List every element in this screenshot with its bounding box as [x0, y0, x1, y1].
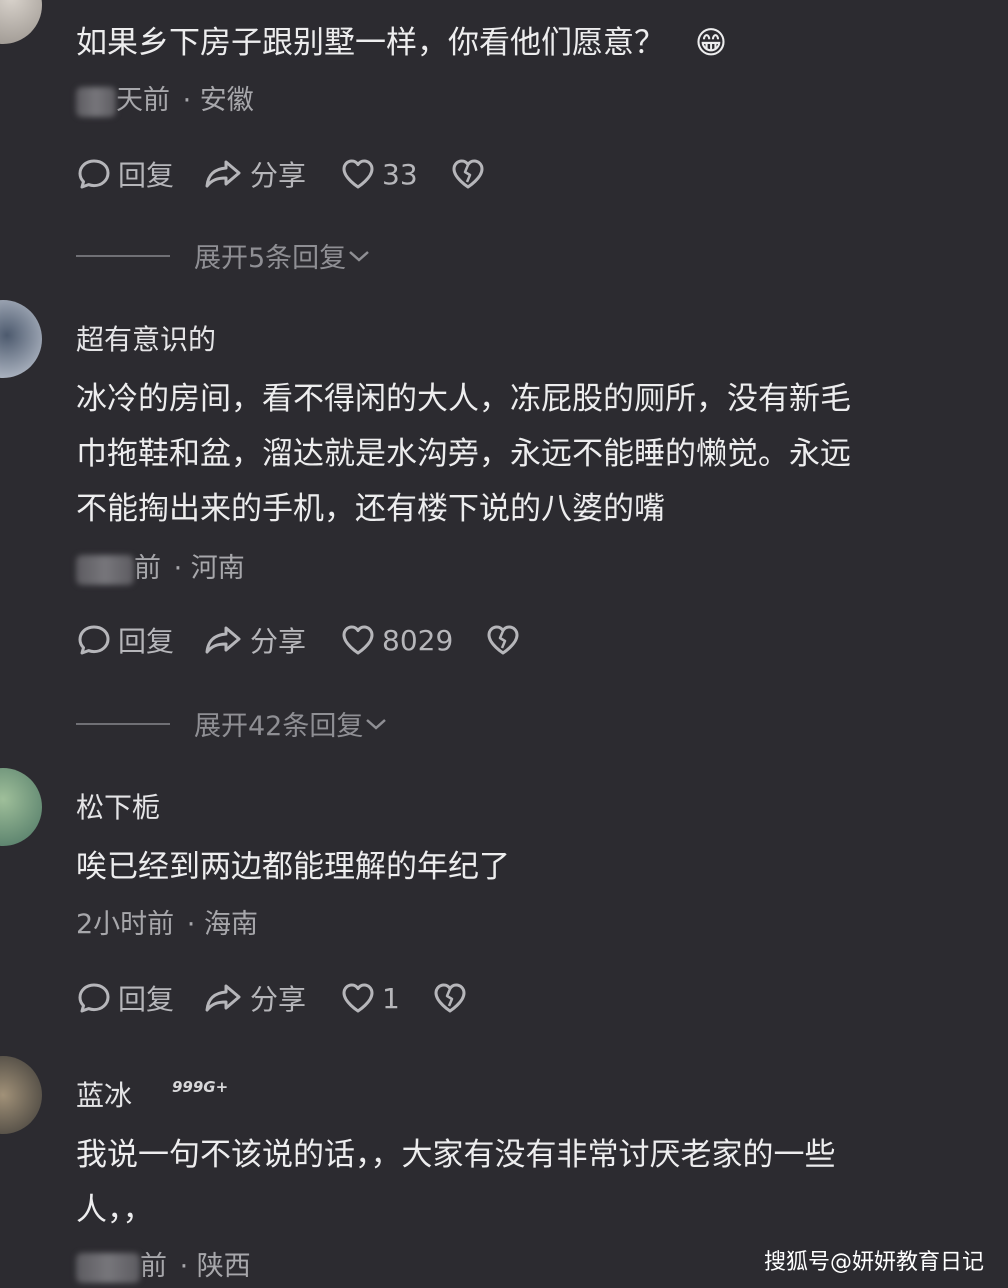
broken-heart-icon [452, 159, 484, 189]
expand-replies-button[interactable]: 展开5条回复 [76, 236, 372, 275]
reply-button[interactable]: 回复 [76, 154, 174, 194]
like-button[interactable]: 33 [340, 157, 418, 191]
divider-line [76, 254, 170, 257]
avatar[interactable] [0, 0, 42, 44]
speech-bubble-icon [78, 983, 110, 1013]
watermark: 搜狐号@妍妍教育日记 [763, 1250, 984, 1275]
like-button[interactable]: 1 [340, 981, 400, 1015]
heart-icon [342, 625, 374, 655]
reply-button[interactable]: 回复 [76, 978, 174, 1018]
redacted-time [76, 86, 116, 117]
comment-meta: 前 · 陕西 [76, 1244, 251, 1283]
share-button[interactable]: 分享 [204, 620, 306, 660]
chevron-down-icon [349, 250, 370, 262]
expand-replies-button[interactable]: 展开42条回复 [76, 704, 389, 743]
speech-bubble-icon [78, 159, 110, 189]
broken-heart-icon [487, 625, 519, 655]
broken-heart-icon [434, 983, 466, 1013]
divider-line [76, 722, 170, 725]
grin-emoji-icon: 😁 [694, 25, 728, 61]
comment-meta: 前 · 河南 [76, 546, 245, 585]
chevron-down-icon [366, 718, 387, 730]
share-button[interactable]: 分享 [204, 154, 306, 194]
dislike-button[interactable] [450, 157, 486, 191]
username[interactable]: 超有意识的 [76, 318, 216, 358]
level-badge: 999G+ [172, 1078, 229, 1096]
comment-meta: 2小时前 · 海南 [76, 909, 258, 940]
dislike-button[interactable] [485, 623, 521, 657]
share-button[interactable]: 分享 [204, 978, 306, 1018]
avatar[interactable] [0, 768, 42, 846]
username[interactable]: 松下栀 [76, 786, 160, 826]
share-arrow-icon [205, 984, 241, 1012]
share-arrow-icon [205, 160, 241, 188]
reply-button[interactable]: 回复 [76, 620, 174, 660]
comment-text: 唉已经到两边都能理解的年纪了 [76, 849, 510, 885]
username[interactable]: 蓝冰 [76, 1074, 132, 1114]
like-count: 8029 [382, 623, 454, 657]
comment-text: 我说一句不该说的话，，大家有没有非常讨厌老家的一些 人，， [76, 1137, 836, 1228]
comment-actions: 回复 分享 8029 [76, 620, 521, 660]
redacted-time [76, 554, 134, 585]
heart-icon [342, 159, 374, 189]
comment-actions: 回复 分享 33 [76, 154, 486, 194]
comment-text: 如果乡下房子跟别墅一样，你看他们愿意？ 😁 [76, 25, 728, 61]
avatar[interactable] [0, 1056, 42, 1134]
comment-meta: 天前 · 安徽 [76, 78, 254, 117]
share-arrow-icon [205, 626, 241, 654]
heart-icon [342, 983, 374, 1013]
dislike-button[interactable] [432, 981, 468, 1015]
like-count: 33 [382, 157, 418, 191]
speech-bubble-icon [78, 625, 110, 655]
like-count: 1 [382, 981, 400, 1015]
avatar[interactable] [0, 300, 42, 378]
like-button[interactable]: 8029 [340, 623, 453, 657]
comment-text: 冰冷的房间，看不得闲的大人，冻屁股的厕所，没有新毛 巾拖鞋和盆，溜达就是水沟旁，… [76, 381, 851, 527]
redacted-time [76, 1252, 140, 1283]
comment-actions: 回复 分享 1 [76, 978, 468, 1018]
